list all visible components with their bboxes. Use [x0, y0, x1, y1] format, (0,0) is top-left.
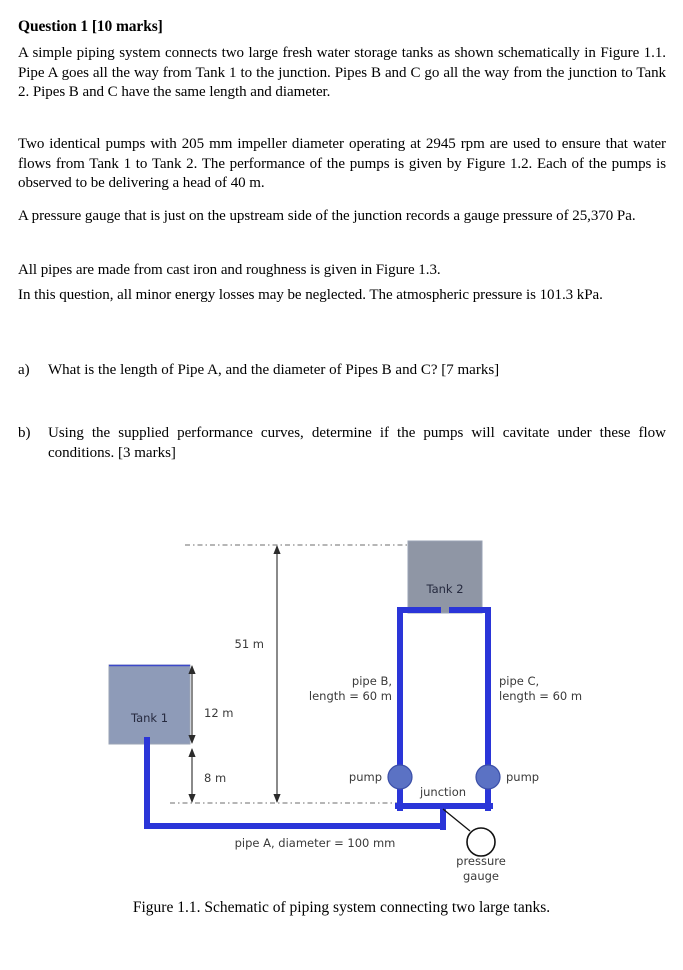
- item-marker: a): [18, 362, 30, 378]
- dim-8-arrow-bottom: [188, 794, 196, 803]
- paragraph-text: A pressure gauge that is just on the ups…: [18, 208, 636, 224]
- item-text: What is the length of Pipe A, and the di…: [48, 362, 500, 378]
- pipe-b-label-line2: length = 60 m: [309, 689, 392, 703]
- item-marker: b): [18, 425, 31, 441]
- pump-left-label: pump: [349, 770, 382, 784]
- gauge-label-line1: pressure: [456, 854, 506, 868]
- figure-caption: Figure 1.1. Schematic of piping system c…: [0, 899, 683, 917]
- paragraph-4: All pipes are made from cast iron and ro…: [18, 261, 666, 281]
- document-page: Question 1 [10 marks] A simple piping sy…: [0, 0, 683, 970]
- pipe-c-label-line1: pipe C,: [499, 674, 539, 688]
- dim-8-arrow-top: [188, 748, 196, 757]
- figure-caption-text: Figure 1.1. Schematic of piping system c…: [132, 899, 551, 916]
- pump-left-icon: [387, 764, 413, 790]
- dim-12-label: 12 m: [204, 706, 234, 720]
- pipe-c-label-line2: length = 60 m: [499, 689, 582, 703]
- dim-51-label: 51 m: [235, 637, 265, 651]
- pump-right-icon: [475, 764, 501, 790]
- pipe-a-label: pipe A, diameter = 100 mm: [235, 836, 396, 850]
- item-text: Using the supplied performance curves, d…: [48, 425, 666, 461]
- tank1-body: [108, 664, 191, 745]
- junction-label: junction: [419, 785, 466, 799]
- tank2-label: Tank 2: [425, 582, 463, 596]
- question-item-b: b) Using the supplied performance curves…: [18, 424, 666, 463]
- gauge-label-line2: gauge: [463, 869, 499, 883]
- paragraph-1: A simple piping system connects two larg…: [18, 44, 666, 103]
- tank1-label: Tank 1: [130, 711, 168, 725]
- gauge-leader-line: [442, 808, 471, 832]
- figure-schematic: Tank 1 Tank 2 pump pump junction pressur…: [0, 525, 683, 890]
- question-title-block: Question 1 [10 marks]: [18, 18, 666, 37]
- paragraph-text: Two identical pumps with 205 mm impeller…: [18, 136, 666, 191]
- question-item-a: a) What is the length of Pipe A, and the…: [18, 361, 666, 381]
- paragraph-text: A simple piping system connects two larg…: [18, 45, 666, 100]
- paragraph-3: A pressure gauge that is just on the ups…: [18, 207, 666, 227]
- pump-right-label: pump: [506, 770, 539, 784]
- page-title: Question 1 [10 marks]: [18, 18, 163, 35]
- dim-51-arrow-top: [273, 545, 281, 554]
- pressure-gauge-icon: [466, 827, 496, 857]
- dim-51-arrow-bottom: [273, 794, 281, 803]
- paragraph-2: Two identical pumps with 205 mm impeller…: [18, 135, 666, 194]
- paragraph-text: In this question, all minor energy losse…: [18, 287, 603, 303]
- tank2-body: [407, 540, 483, 614]
- paragraph-5: In this question, all minor energy losse…: [18, 286, 666, 306]
- dim-8-label: 8 m: [204, 771, 226, 785]
- pipe-b-label-line1: pipe B,: [352, 674, 392, 688]
- paragraph-text: All pipes are made from cast iron and ro…: [18, 262, 441, 278]
